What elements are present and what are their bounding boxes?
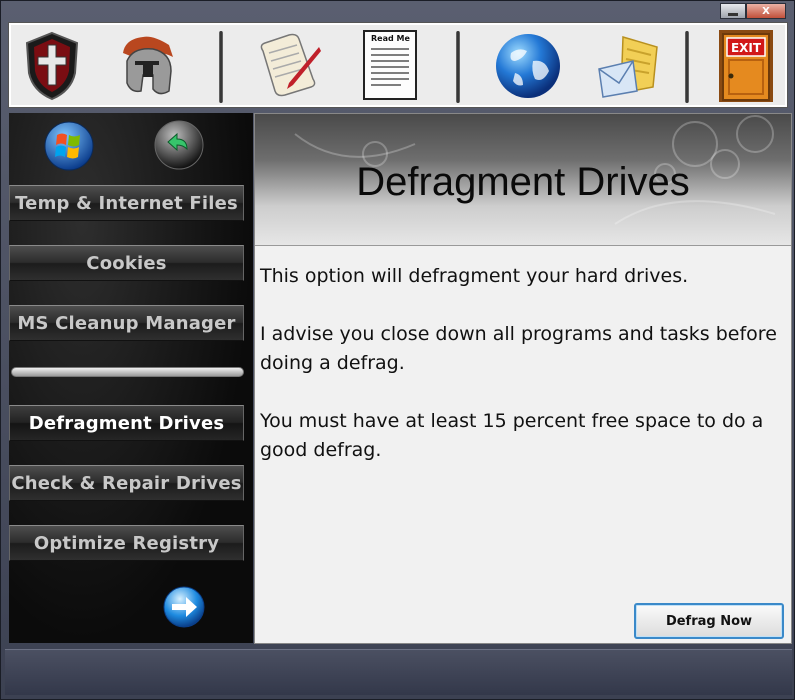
nav-cookies[interactable]: Cookies [9, 245, 244, 281]
nav-check-repair-drives[interactable]: Check & Repair Drives [9, 465, 244, 501]
toolbar-separator [456, 31, 460, 103]
title-banner: Defragment Drives [255, 114, 791, 246]
defrag-now-button[interactable]: Defrag Now [634, 603, 784, 639]
readme-label: Read Me [371, 34, 410, 43]
description-paragraph: I advise you close down all programs and… [260, 323, 777, 374]
exit-label: EXIT [731, 41, 762, 55]
content-panel: Defragment Drives This option will defra… [254, 113, 792, 644]
windows-logo-icon[interactable] [44, 121, 94, 171]
nav-temp-internet-files[interactable]: Temp & Internet Files [9, 185, 244, 221]
nav-optimize-registry[interactable]: Optimize Registry [9, 525, 244, 561]
shield-cross-icon[interactable] [15, 29, 89, 103]
sidebar-divider [11, 367, 244, 377]
globe-icon[interactable] [491, 29, 565, 103]
mail-envelope-icon[interactable] [591, 29, 665, 103]
status-bar [5, 649, 792, 695]
forward-arrow-icon[interactable] [162, 585, 206, 629]
back-arrow-icon[interactable] [153, 119, 204, 170]
scroll-quill-icon[interactable] [251, 29, 325, 103]
sidebar: Temp & Internet Files Cookies MS Cleanup… [9, 113, 253, 643]
description: This option will defragment your hard dr… [260, 262, 785, 494]
toolbar-separator [219, 31, 223, 103]
minimize-icon [728, 12, 738, 16]
nav-ms-cleanup-manager[interactable]: MS Cleanup Manager [9, 305, 244, 341]
page-title: Defragment Drives [356, 160, 690, 204]
close-button[interactable]: X [746, 3, 786, 19]
app-window: X Read Me EXIT Temp & Internet Files Coo… [0, 0, 795, 700]
minimize-button[interactable] [720, 3, 746, 19]
description-paragraph: This option will defragment your hard dr… [260, 265, 689, 287]
description-paragraph: You must have at least 15 percent free s… [260, 410, 764, 461]
spartan-helmet-icon[interactable] [111, 29, 185, 103]
toolbar-separator [685, 31, 689, 103]
exit-door-icon[interactable]: EXIT [709, 29, 783, 103]
toolbar: Read Me EXIT [8, 22, 788, 108]
caption-buttons: X [720, 3, 786, 19]
nav-defragment-drives[interactable]: Defragment Drives [9, 405, 244, 441]
readme-document-icon[interactable]: Read Me [354, 29, 428, 103]
